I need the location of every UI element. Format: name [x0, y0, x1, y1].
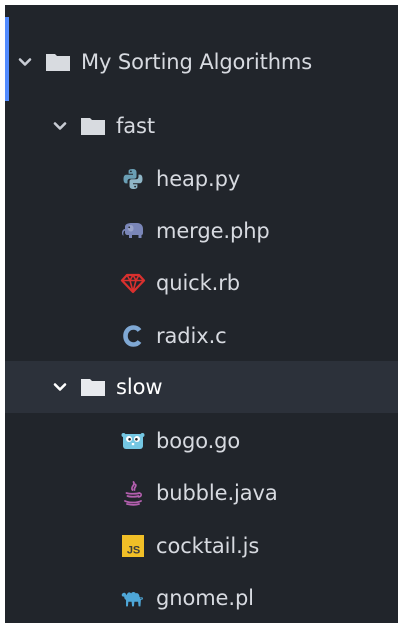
- go-gopher-icon: [120, 428, 146, 454]
- tree-file-bogo-go[interactable]: bogo.go: [5, 415, 398, 467]
- file-tree-panel: My Sorting Algorithms fast heap.py merge…: [5, 5, 398, 623]
- tree-file-label: bubble.java: [156, 480, 278, 505]
- tree-folder-fast[interactable]: fast: [5, 100, 398, 152]
- tree-file-gnome-pl[interactable]: gnome.pl: [5, 572, 398, 623]
- perl-camel-icon: [120, 585, 146, 611]
- tree-file-merge-php[interactable]: merge.php: [5, 205, 398, 257]
- chevron-down-icon[interactable]: [17, 54, 33, 70]
- javascript-badge-text: JS: [127, 545, 140, 557]
- javascript-icon: JS: [120, 533, 146, 559]
- tree-folder-slow[interactable]: slow: [5, 361, 398, 413]
- tree-file-label: radix.c: [156, 323, 227, 348]
- chevron-down-icon[interactable]: [52, 118, 68, 134]
- c-icon: [120, 323, 146, 349]
- tree-file-radix-c[interactable]: radix.c: [5, 310, 398, 362]
- tree-file-label: cocktail.js: [156, 533, 260, 558]
- tree-file-label: gnome.pl: [156, 585, 254, 610]
- tree-file-label: merge.php: [156, 218, 270, 243]
- tree-folder-label: fast: [116, 113, 156, 138]
- tree-file-cocktail-js[interactable]: JS cocktail.js: [5, 520, 398, 572]
- tree-file-bubble-java[interactable]: bubble.java: [5, 467, 398, 519]
- folder-icon: [45, 51, 71, 73]
- tree-file-label: heap.py: [156, 166, 241, 191]
- ruby-icon: [120, 270, 146, 296]
- tree-folder-label: slow: [116, 374, 163, 399]
- tree-file-heap-py[interactable]: heap.py: [5, 153, 398, 205]
- folder-icon: [80, 376, 106, 398]
- tree-file-label: bogo.go: [156, 428, 241, 453]
- tree-root-my-sorting-algorithms[interactable]: My Sorting Algorithms: [5, 36, 398, 88]
- folder-icon: [80, 115, 106, 137]
- tree-file-label: quick.rb: [156, 270, 241, 295]
- tree-root-label: My Sorting Algorithms: [81, 49, 313, 74]
- chevron-down-icon[interactable]: [52, 379, 68, 395]
- python-icon: [120, 166, 146, 192]
- php-elephant-icon: [120, 218, 146, 244]
- tree-file-quick-rb[interactable]: quick.rb: [5, 257, 398, 309]
- java-icon: [120, 480, 146, 506]
